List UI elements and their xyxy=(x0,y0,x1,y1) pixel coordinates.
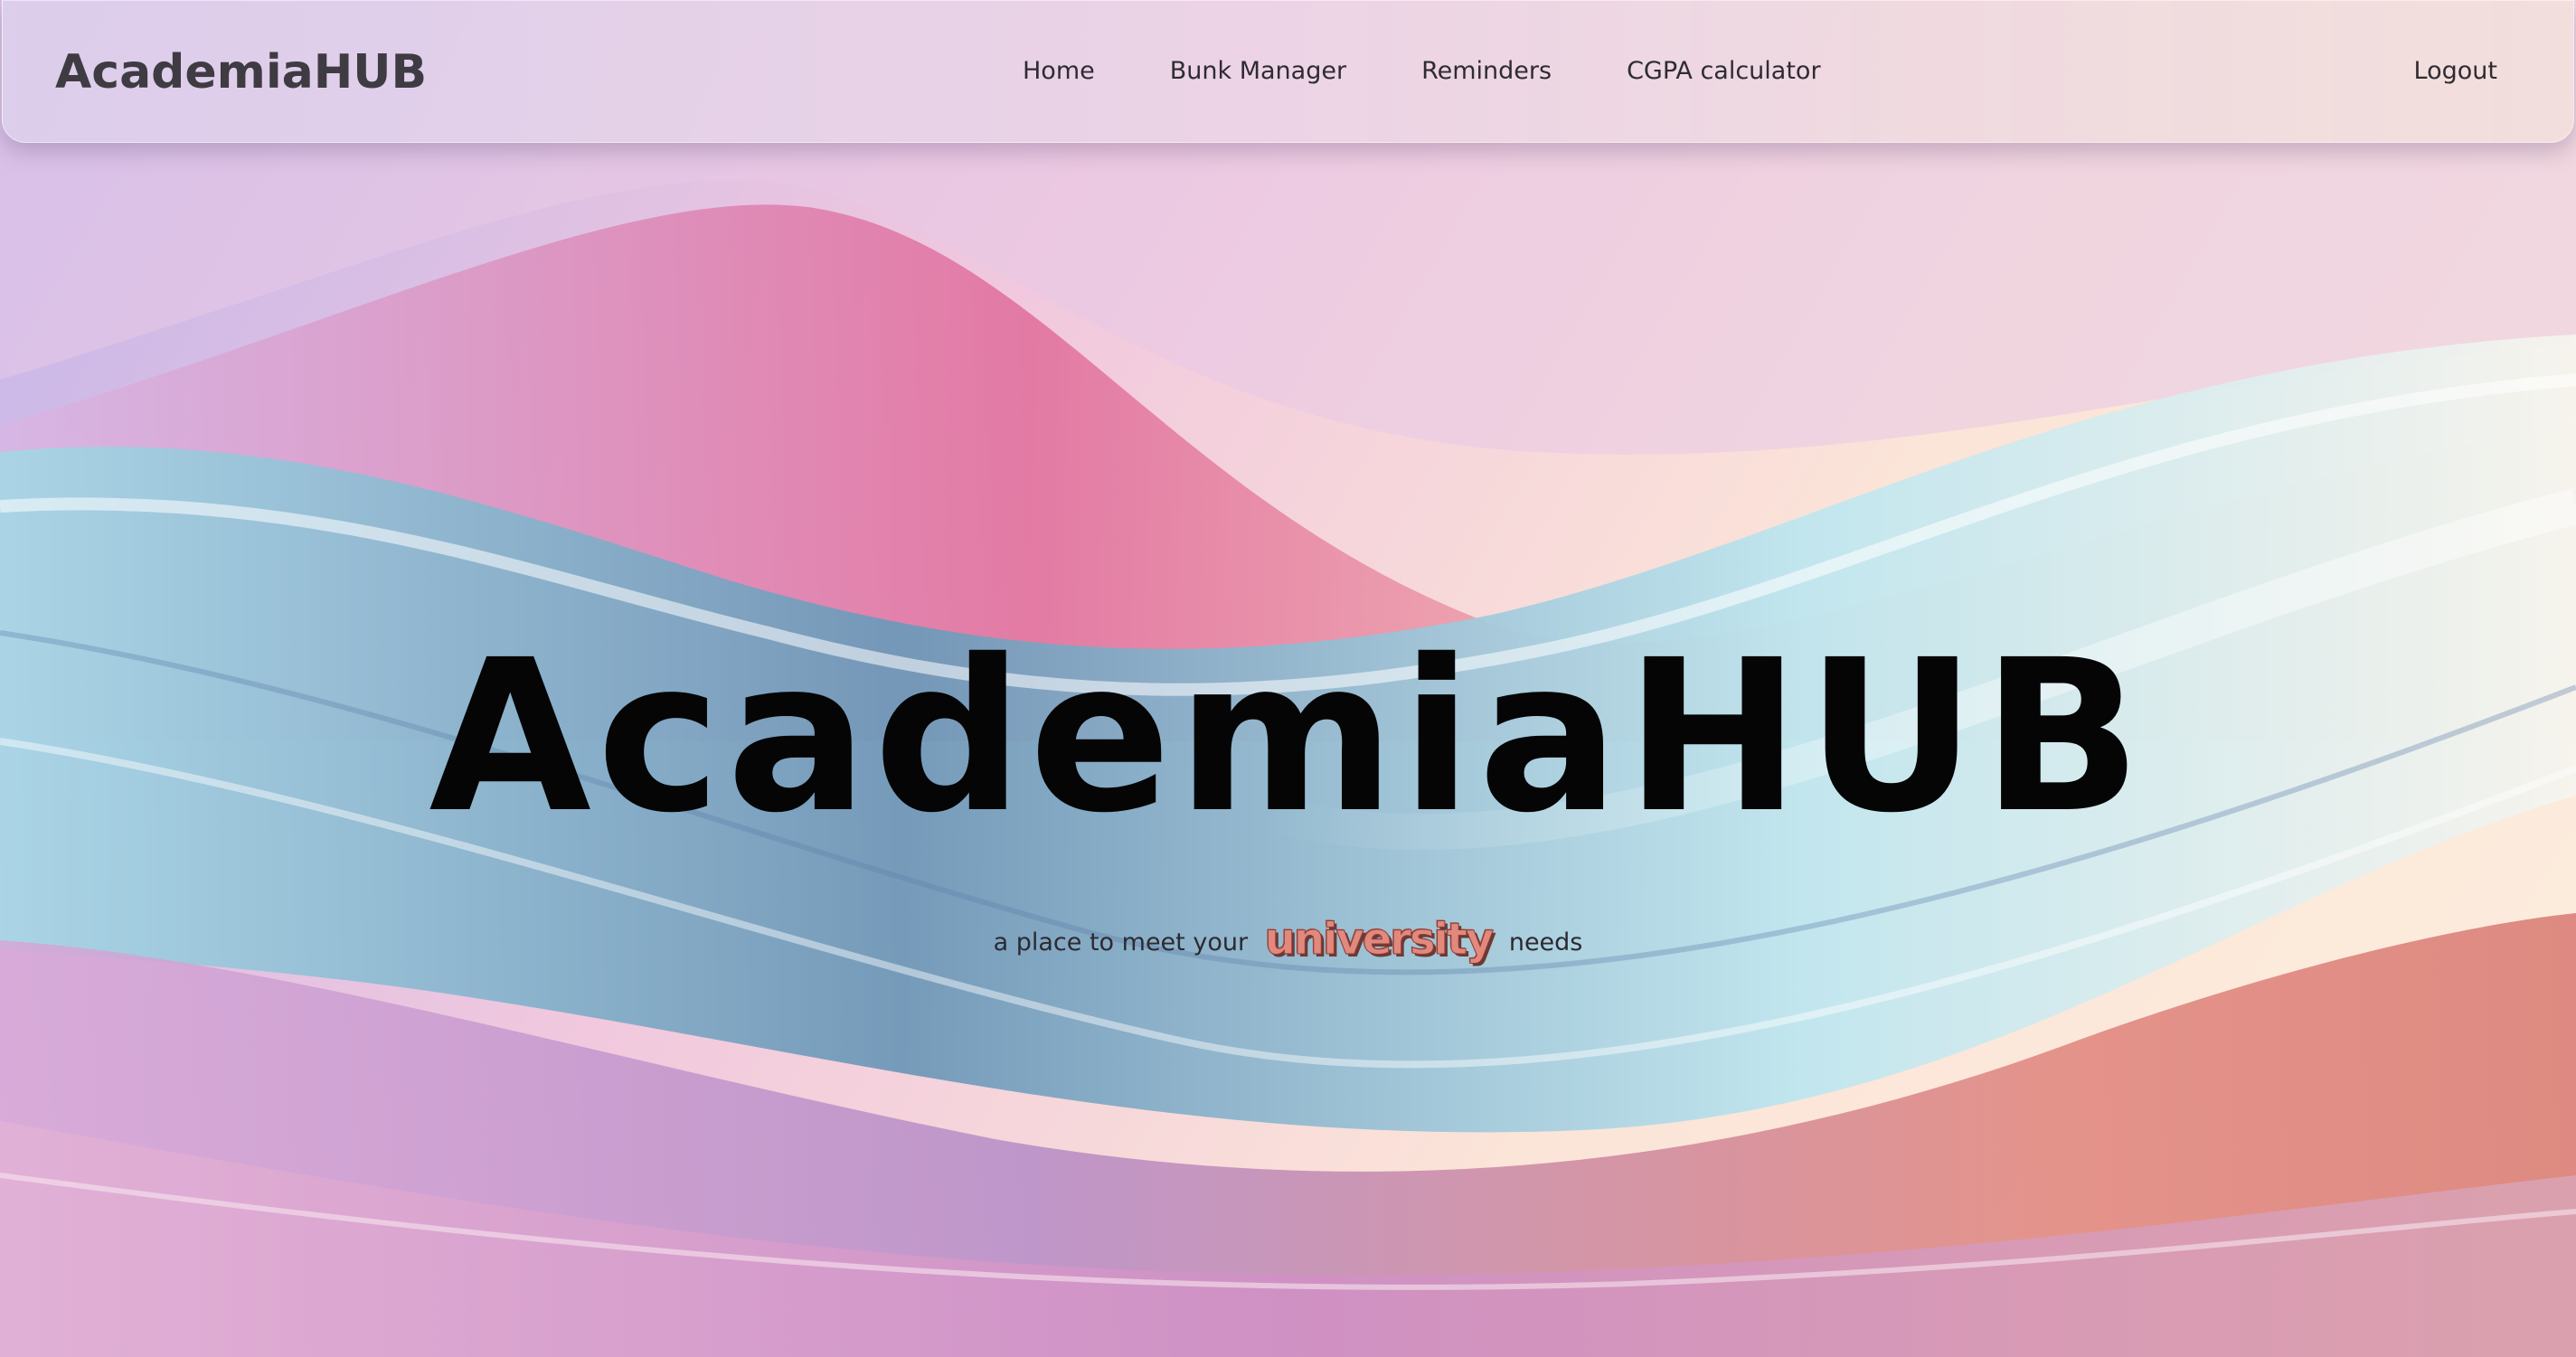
brand-logo[interactable]: AcademiaHUB xyxy=(55,41,427,104)
nav-link-bunk-manager[interactable]: Bunk Manager xyxy=(1170,53,1346,90)
tagline-prefix: a place to meet your xyxy=(993,928,1249,956)
top-navbar: AcademiaHUB Home Bunk Manager Reminders … xyxy=(2,0,2574,143)
nav-link-cgpa-calculator[interactable]: CGPA calculator xyxy=(1627,53,1820,90)
page: AcademiaHUB Home Bunk Manager Reminders … xyxy=(0,0,2576,1357)
tagline-suffix: needs xyxy=(1508,928,1583,956)
hero-title: AcademiaHUB xyxy=(429,615,2147,859)
tagline-highlight: university xyxy=(1264,914,1495,966)
nav-link-reminders[interactable]: Reminders xyxy=(1421,53,1552,90)
logout-link[interactable]: Logout xyxy=(2414,53,2497,90)
hero-tagline: a place to meet your university needs xyxy=(0,908,2576,975)
nav-link-home[interactable]: Home xyxy=(1023,53,1095,90)
nav-links: Home Bunk Manager Reminders CGPA calcula… xyxy=(1023,53,1821,90)
